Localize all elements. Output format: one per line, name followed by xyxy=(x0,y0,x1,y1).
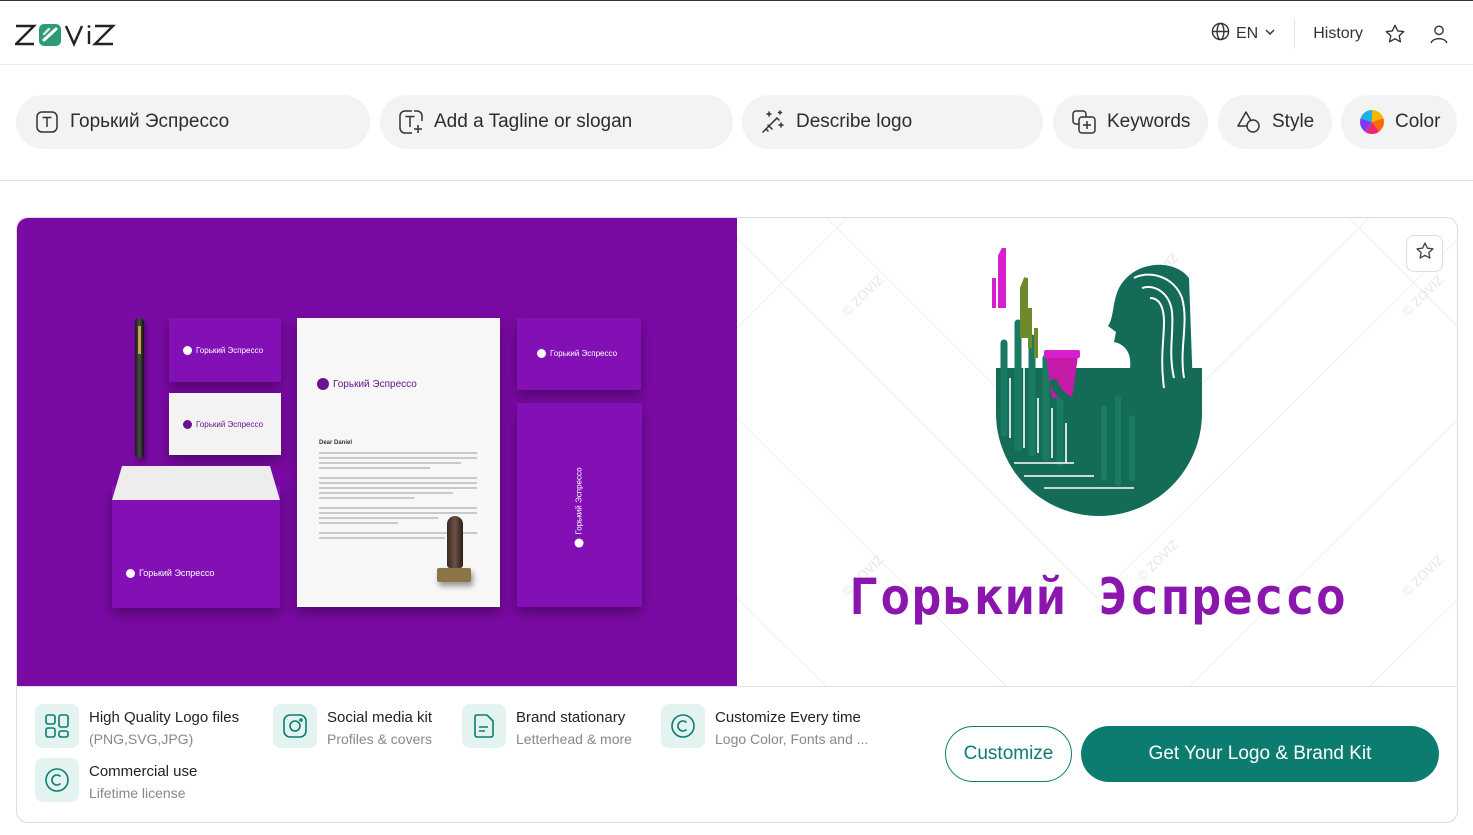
business-name-value: Горький Эспрессо xyxy=(70,111,230,132)
feature-subtitle: (PNG,SVG,JPG) xyxy=(89,731,194,747)
instagram-icon xyxy=(273,704,317,748)
feature-title: Commercial use xyxy=(89,763,198,780)
favorite-button[interactable] xyxy=(1406,235,1443,272)
grid-icon xyxy=(35,704,79,748)
tagline-input[interactable]: Add a Tagline or slogan xyxy=(380,95,733,149)
star-icon[interactable] xyxy=(1383,22,1407,46)
folder: Горький Эспрессо xyxy=(517,403,642,607)
feature-title: High Quality Logo files xyxy=(89,709,240,726)
language-label: EN xyxy=(1235,25,1259,42)
style-button[interactable]: Style xyxy=(1218,95,1332,149)
feature-customize: Customize Every time Logo Color, Fonts a… xyxy=(661,704,868,748)
logo-inputs-bar: Горький Эспрессо Add a Tagline or slogan… xyxy=(0,66,1473,181)
star-icon xyxy=(1415,241,1435,266)
color-wheel-icon xyxy=(1359,109,1385,135)
text-icon xyxy=(34,109,60,135)
language-selector[interactable]: EN xyxy=(1211,19,1296,49)
business-card-front: Горький Эспрессо xyxy=(169,318,281,382)
color-label: Color xyxy=(1395,111,1441,132)
copyright-icon xyxy=(661,704,705,748)
copyright-icon xyxy=(35,758,79,802)
business-card-back: Горький Эспрессо xyxy=(169,393,281,455)
feature-subtitle: Logo Color, Fonts and ... xyxy=(715,731,869,747)
style-label: Style xyxy=(1272,111,1315,132)
describe-logo-input[interactable]: Describe logo xyxy=(742,95,1043,149)
feature-social-media-kit: Social media kit Profiles & covers xyxy=(273,704,432,748)
logo-preview[interactable]: © ZOVIZ © ZOVIZ © ZOVIZ © ZOVIZ © ZOVIZ … xyxy=(737,218,1457,687)
top-header: EN History xyxy=(0,1,1473,65)
magic-wand-icon xyxy=(760,109,786,135)
keywords-icon xyxy=(1071,109,1097,135)
logo-result-card: Горький Эспрессо Горький Эспрессо Горьки… xyxy=(16,217,1458,823)
chevron-down-icon xyxy=(1264,25,1276,43)
history-link[interactable]: History xyxy=(1313,25,1363,43)
feature-title: Brand stationary xyxy=(516,709,626,726)
feature-commercial-use: Commercial use Lifetime license xyxy=(35,758,197,802)
feature-brand-stationary: Brand stationary Letterhead & more xyxy=(462,704,632,748)
zoviz-logo[interactable] xyxy=(15,23,123,47)
document-icon xyxy=(462,704,506,748)
feature-title: Customize Every time xyxy=(715,709,861,726)
business-card-right: Горький Эспрессо xyxy=(517,318,641,390)
customize-button[interactable]: Customize xyxy=(945,726,1072,782)
header-right-controls: EN History xyxy=(1211,19,1451,49)
user-icon[interactable] xyxy=(1427,22,1451,46)
letter-greeting: Dear Daniel xyxy=(319,440,353,446)
shapes-icon xyxy=(1236,109,1262,135)
stamp-image xyxy=(435,516,473,586)
keywords-button[interactable]: Keywords xyxy=(1053,95,1208,149)
feature-title: Social media kit xyxy=(327,709,433,726)
add-text-icon xyxy=(398,109,424,135)
describe-logo-placeholder: Describe logo xyxy=(796,111,913,132)
logo-brand-name: Горький Эспрессо xyxy=(849,568,1347,626)
zoviz-logo-mark xyxy=(15,24,116,47)
get-logo-brand-kit-button[interactable]: Get Your Logo & Brand Kit xyxy=(1081,726,1439,782)
envelope-flap xyxy=(112,466,280,500)
color-button[interactable]: Color xyxy=(1341,95,1457,149)
globe-icon xyxy=(1211,22,1230,46)
logo-emblem xyxy=(992,248,1202,516)
brand-stationery-mockup[interactable]: Горький Эспрессо Горький Эспрессо Горьки… xyxy=(17,218,737,687)
envelope: Горький Эспрессо xyxy=(112,486,280,608)
feature-subtitle: Letterhead & more xyxy=(516,731,632,747)
business-name-input[interactable]: Горький Эспрессо xyxy=(16,95,370,149)
pen-image xyxy=(135,318,144,458)
tagline-placeholder: Add a Tagline or slogan xyxy=(434,111,633,132)
feature-quality-files: High Quality Logo files (PNG,SVG,JPG) xyxy=(35,704,239,748)
feature-subtitle: Profiles & covers xyxy=(327,731,433,747)
keywords-label: Keywords xyxy=(1107,111,1191,132)
feature-subtitle: Lifetime license xyxy=(89,785,186,801)
